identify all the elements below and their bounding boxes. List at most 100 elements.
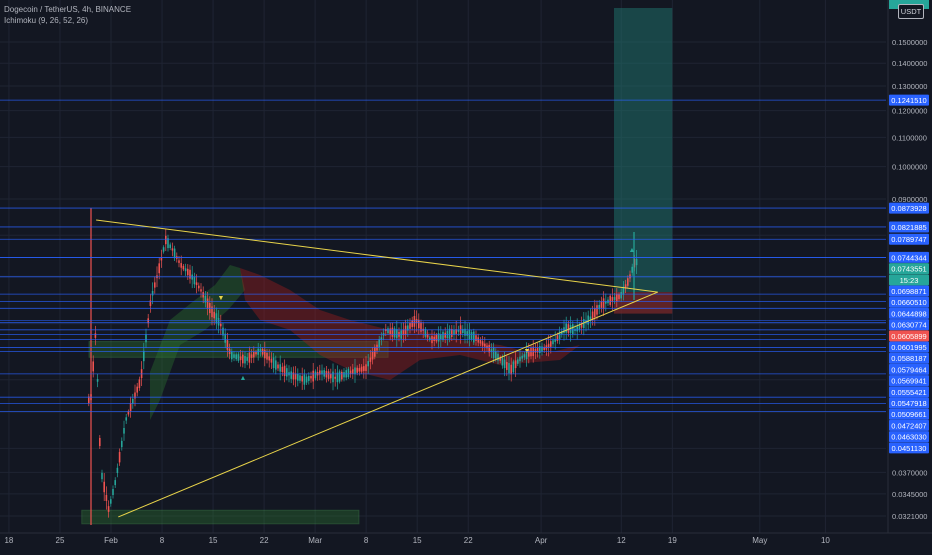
price-label-text: 0.0601995 — [891, 343, 926, 352]
candle-body — [352, 369, 354, 374]
price-label-text: 0.0644898 — [891, 309, 926, 318]
price-tick-label: 0.0345000 — [892, 490, 927, 499]
candle-body — [92, 361, 94, 372]
candle-body — [314, 371, 317, 379]
candle-body — [99, 437, 101, 447]
candle-body — [609, 295, 611, 305]
candle-body — [96, 379, 99, 382]
candle-body — [369, 357, 372, 362]
price-label-text: 0.0579464 — [891, 365, 926, 374]
price-label-text: 0.0630774 — [891, 321, 926, 330]
chart-area[interactable]: ▼ ▲ ▼ ▲ 0.1500000 0.1400000 0.1300000 0.1200000… — [0, 0, 932, 550]
indicator-label[interactable]: Ichimoku (9, 26, 52, 26) — [4, 15, 131, 26]
candle-body — [173, 248, 176, 259]
candle-body — [572, 324, 574, 335]
candle-body — [165, 235, 167, 245]
time-tick-label: Mar — [308, 536, 322, 545]
candle-body — [231, 351, 233, 360]
price-label: 0.0744344 — [889, 251, 929, 263]
price-label-text: 0.0509661 — [891, 410, 926, 419]
candle-body — [323, 370, 325, 377]
candle-body — [556, 335, 559, 341]
candle-body — [121, 440, 123, 448]
candle-body — [158, 263, 160, 274]
candle-body — [297, 373, 299, 381]
symbol-title[interactable]: Dogecoin / TetherUS, 4h, BINANCE — [4, 4, 131, 15]
price-label: 0.0821885 — [889, 221, 929, 233]
candle-body — [391, 327, 394, 337]
price-label: 0.0588187 — [889, 352, 929, 364]
candle-body — [517, 359, 519, 364]
price-label: 0.0547918 — [889, 397, 929, 409]
price-tick-label: 0.1000000 — [892, 163, 927, 172]
candle-body — [277, 364, 279, 369]
candle-body — [349, 370, 352, 374]
price-tick-label: 0.1400000 — [892, 59, 927, 68]
price-label: 15:23 — [889, 274, 929, 286]
candle-body — [484, 343, 486, 347]
price-label-text: 0.0588187 — [891, 354, 926, 363]
price-label: 0.0605899 — [889, 330, 929, 342]
price-label: 0.0579464 — [889, 363, 929, 375]
candle-body — [365, 364, 367, 371]
candle-body — [327, 371, 330, 379]
candle-body — [576, 326, 578, 332]
candle-body — [279, 364, 281, 372]
candle-body — [565, 323, 567, 333]
currency-badge[interactable]: USDT — [898, 4, 924, 19]
time-tick-label: 22 — [260, 536, 269, 545]
price-label: 0.1241510 — [889, 94, 929, 106]
candle-body — [299, 375, 301, 381]
candle-body — [235, 354, 237, 360]
price-label-text: 0.0698871 — [891, 287, 926, 296]
candle-body — [187, 268, 189, 276]
candle-body — [312, 370, 314, 382]
candle-body — [567, 324, 570, 333]
candle-body — [233, 354, 235, 358]
candle-body — [239, 356, 242, 361]
candle-body — [411, 320, 413, 327]
candle-body — [200, 289, 202, 292]
candle-body — [213, 311, 215, 319]
candle-body — [129, 403, 132, 412]
candle-body — [371, 351, 374, 360]
price-label-text: 0.0472407 — [891, 421, 926, 430]
price-label-text: 15:23 — [900, 276, 919, 285]
price-label-text: 0.0569941 — [891, 377, 926, 386]
candle-body — [503, 359, 506, 369]
candle-body — [151, 291, 154, 296]
time-tick-label: Feb — [104, 536, 118, 545]
candle-body — [303, 374, 306, 385]
candle-body — [198, 285, 200, 289]
candle-body — [338, 371, 341, 382]
price-label: 0.0630774 — [889, 319, 929, 331]
candle-body — [143, 350, 145, 362]
price-label-text: 0.0605899 — [891, 332, 926, 341]
candle-body — [418, 319, 420, 329]
price-chart[interactable]: ▼▲▼▲0.15000000.14000000.13000000.1200000… — [0, 0, 932, 550]
candle-body — [162, 247, 165, 252]
candle-body — [290, 371, 292, 379]
candle-body — [602, 298, 605, 309]
candle-body — [367, 361, 369, 367]
candle-body — [347, 368, 350, 378]
candle-body — [354, 367, 356, 375]
candle-body — [101, 472, 103, 480]
time-tick-label: 22 — [464, 536, 473, 545]
candle-body — [616, 293, 618, 302]
time-tick-label: 19 — [668, 536, 677, 545]
price-label-text: 0.0821885 — [891, 223, 926, 232]
candle-body — [506, 362, 508, 370]
candle-body — [330, 373, 332, 379]
price-label-text: 0.0789747 — [891, 235, 926, 244]
candle-body — [145, 334, 147, 343]
price-tick-label: 0.1500000 — [892, 38, 927, 47]
candle-body — [448, 328, 451, 339]
candle-body — [107, 506, 110, 512]
candle-body — [433, 336, 435, 342]
candle-body — [475, 335, 477, 342]
candle-body — [283, 365, 286, 377]
candle-body — [358, 368, 361, 372]
candle-body — [332, 371, 334, 383]
candle-body — [167, 238, 169, 249]
